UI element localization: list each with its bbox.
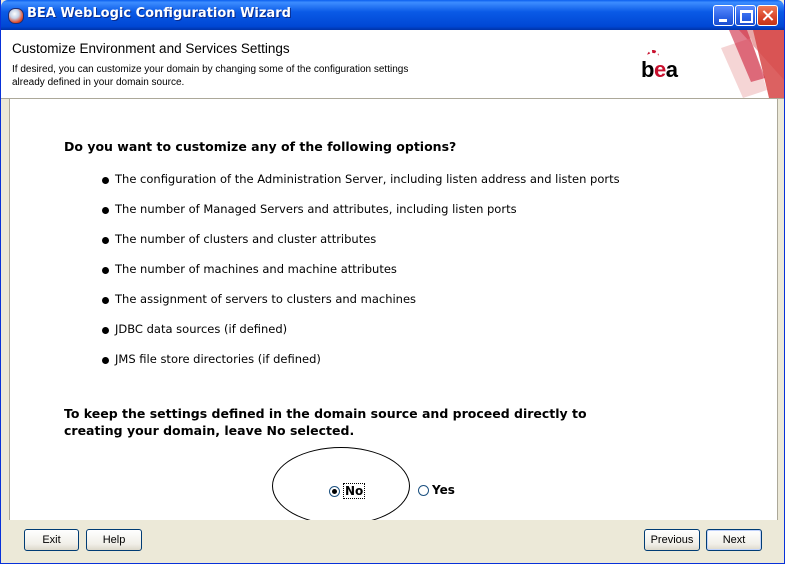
- maximize-icon[interactable]: [735, 5, 756, 26]
- wizard-content: Do you want to customize any of the foll…: [9, 99, 778, 520]
- radio-unchecked-icon[interactable]: [418, 484, 429, 496]
- list-item: The number of Managed Servers and attrib…: [102, 202, 620, 232]
- option-text: The configuration of the Administration …: [115, 172, 620, 186]
- exit-button-label: Exit: [42, 534, 61, 546]
- list-item: JDBC data sources (if defined): [102, 322, 620, 352]
- radio-no[interactable]: No: [329, 483, 366, 499]
- radio-checked-icon[interactable]: [329, 485, 340, 497]
- bullet-icon: [102, 357, 109, 364]
- bullet-icon: [102, 327, 109, 334]
- app-icon[interactable]: [8, 8, 24, 24]
- page-title: Customize Environment and Services Setti…: [12, 41, 290, 56]
- next-button-label: Next: [722, 534, 746, 546]
- exit-button[interactable]: Exit: [24, 529, 79, 551]
- logo-letter-a: a: [665, 57, 678, 82]
- list-item: The configuration of the Administration …: [102, 172, 620, 202]
- next-button[interactable]: Next: [706, 529, 762, 551]
- radio-no-label[interactable]: No: [343, 483, 366, 499]
- customize-question: Do you want to customize any of the foll…: [64, 139, 457, 154]
- list-item: The assignment of servers to clusters an…: [102, 292, 620, 322]
- bullet-icon: [102, 177, 109, 184]
- option-text: The number of clusters and cluster attri…: [115, 232, 377, 246]
- help-button[interactable]: Help: [86, 529, 142, 551]
- previous-button[interactable]: Previous: [644, 529, 700, 551]
- bea-logo: bea: [641, 50, 678, 83]
- page-description: If desired, you can customize your domai…: [12, 64, 409, 88]
- list-item: The number of machines and machine attri…: [102, 262, 620, 292]
- keep-settings-text: To keep the settings defined in the doma…: [64, 406, 587, 438]
- list-item: The number of clusters and cluster attri…: [102, 232, 620, 262]
- radio-yes[interactable]: Yes: [418, 483, 455, 497]
- bullet-icon: [102, 207, 109, 214]
- wizard-header: Customize Environment and Services Setti…: [1, 30, 784, 99]
- option-text: The number of Managed Servers and attrib…: [115, 202, 517, 216]
- bullet-icon: [102, 297, 109, 304]
- close-icon[interactable]: [757, 5, 778, 26]
- minimize-icon[interactable]: [713, 5, 734, 26]
- bullet-icon: [102, 237, 109, 244]
- previous-button-label: Previous: [650, 534, 694, 546]
- help-button-label: Help: [102, 534, 126, 546]
- wizard-footer: Exit Help Previous Next: [1, 520, 784, 563]
- radio-yes-label[interactable]: Yes: [432, 483, 455, 497]
- wizard-window: BEA WebLogic Configuration Wizard Custom…: [0, 0, 785, 564]
- option-text: The assignment of servers to clusters an…: [115, 292, 417, 306]
- window-title: BEA WebLogic Configuration Wizard: [27, 6, 291, 21]
- list-item: JMS file store directories (if defined): [102, 352, 620, 382]
- bullet-icon: [102, 267, 109, 274]
- options-list: The configuration of the Administration …: [102, 172, 620, 382]
- option-text: JMS file store directories (if defined): [115, 352, 321, 366]
- option-text: JDBC data sources (if defined): [115, 322, 288, 336]
- title-bar[interactable]: BEA WebLogic Configuration Wizard: [1, 0, 784, 30]
- logo-swirl-icon: [647, 50, 659, 63]
- decorative-shard-icon: [721, 30, 784, 98]
- option-text: The number of machines and machine attri…: [115, 262, 397, 276]
